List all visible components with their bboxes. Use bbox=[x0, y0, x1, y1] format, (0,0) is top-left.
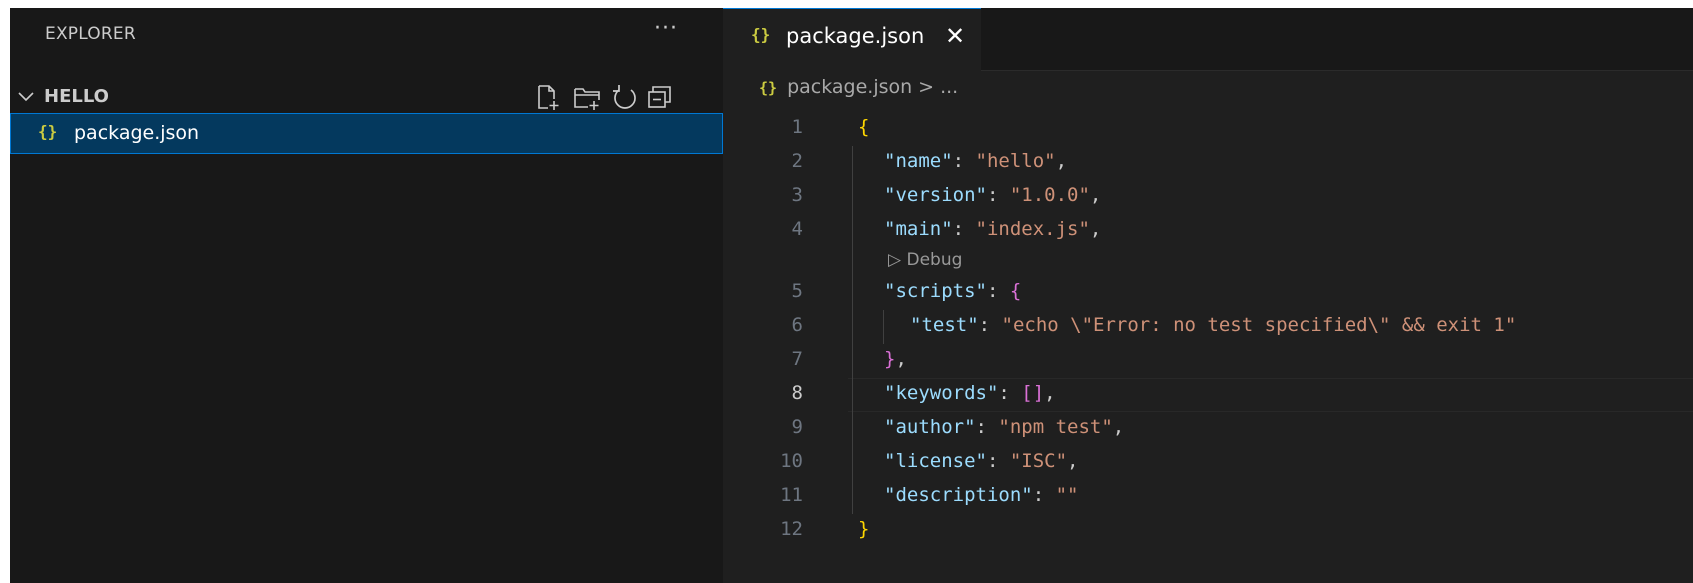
code-text: } bbox=[858, 518, 870, 540]
code-line: 11 "description": "" bbox=[723, 480, 1693, 514]
code-text: "license": "ISC", bbox=[884, 450, 1079, 472]
code-line: 7}, bbox=[723, 344, 1693, 378]
json-file-icon: {} bbox=[38, 122, 58, 141]
folder-header-hello[interactable]: HELLO bbox=[10, 78, 723, 116]
tab-bar: {} package.json ✕ bbox=[723, 8, 1693, 71]
line-number: 10 bbox=[780, 450, 803, 472]
line-number: 1 bbox=[791, 116, 803, 138]
new-file-icon[interactable] bbox=[532, 82, 562, 112]
code-text: "keywords": [], bbox=[884, 382, 1056, 404]
code-line: 10 "license": "ISC", bbox=[723, 446, 1693, 480]
vscode-window: EXPLORER ··· HELLO {} package.json {} pa… bbox=[10, 8, 1693, 583]
debug-codelens-label[interactable]: ▷ Debug bbox=[888, 250, 962, 270]
code-text: { bbox=[858, 116, 870, 138]
code-text: "author": "npm test", bbox=[884, 416, 1125, 438]
explorer-header: EXPLORER ··· bbox=[10, 8, 723, 62]
explorer-title: EXPLORER bbox=[45, 24, 136, 44]
file-item-package-json[interactable]: {} package.json bbox=[10, 113, 723, 154]
tab-package-json[interactable]: {} package.json ✕ bbox=[723, 8, 981, 71]
code-text: "main": "index.js", bbox=[884, 218, 1102, 240]
refresh-icon[interactable] bbox=[610, 82, 640, 112]
code-line: 4 "main": "index.js", bbox=[723, 214, 1693, 248]
code-text: "name": "hello", bbox=[884, 150, 1068, 172]
code-line: 1{ bbox=[723, 112, 1693, 146]
breadcrumb-separator: > bbox=[918, 76, 935, 98]
code-line: 3 "version": "1.0.0", bbox=[723, 180, 1693, 214]
code-text: "version": "1.0.0", bbox=[884, 184, 1102, 206]
code-line: 9 "author": "npm test", bbox=[723, 412, 1693, 446]
line-number: 11 bbox=[780, 484, 803, 506]
line-number: 8 bbox=[791, 382, 803, 404]
line-number: 7 bbox=[791, 348, 803, 370]
code-line: 6 "test": "echo \"Error: no test specifie… bbox=[723, 310, 1693, 344]
line-number: 12 bbox=[780, 518, 803, 540]
breadcrumb-file[interactable]: package.json bbox=[787, 76, 912, 98]
code-text: "description": "" bbox=[884, 484, 1079, 506]
editor-area: {} package.json ✕ {} package.json >... 1{2… bbox=[723, 8, 1693, 583]
line-number: 6 bbox=[791, 314, 803, 336]
code-text: "scripts": { bbox=[884, 280, 1022, 302]
code-editor[interactable]: 1{2 "name": "hello", 3 "version": "1.0.0", 4… bbox=[723, 112, 1693, 548]
explorer-sidebar: EXPLORER ··· HELLO {} package.json bbox=[10, 8, 723, 583]
indent-guide bbox=[883, 310, 884, 344]
code-text: "test": "echo \"Error: no test specified… bbox=[910, 314, 1517, 336]
line-number: 3 bbox=[791, 184, 803, 206]
breadcrumb: {} package.json >... bbox=[759, 76, 958, 106]
line-number: 9 bbox=[791, 416, 803, 438]
debug-codelens[interactable]: ▷ Debug bbox=[723, 248, 1693, 276]
collapse-all-icon[interactable] bbox=[644, 82, 674, 112]
json-file-icon: {} bbox=[751, 25, 771, 44]
code-line: 2 "name": "hello", bbox=[723, 146, 1693, 180]
more-actions-icon[interactable]: ··· bbox=[654, 16, 678, 41]
new-folder-icon[interactable] bbox=[572, 82, 602, 112]
code-text: }, bbox=[884, 348, 907, 370]
json-file-icon: {} bbox=[759, 79, 778, 97]
close-icon[interactable]: ✕ bbox=[945, 22, 965, 50]
code-line: 12} bbox=[723, 514, 1693, 548]
file-name: package.json bbox=[74, 122, 200, 144]
line-number: 4 bbox=[791, 218, 803, 240]
tab-label: package.json bbox=[786, 24, 925, 48]
indent-guide bbox=[852, 146, 853, 514]
line-number: 2 bbox=[791, 150, 803, 172]
code-line: 5 "scripts": { bbox=[723, 276, 1693, 310]
breadcrumb-more[interactable]: ... bbox=[940, 76, 958, 98]
folder-name: HELLO bbox=[44, 86, 109, 107]
line-number: 5 bbox=[791, 280, 803, 302]
code-line: 8 "keywords": [], bbox=[723, 378, 1693, 412]
chevron-down-icon bbox=[18, 92, 34, 102]
